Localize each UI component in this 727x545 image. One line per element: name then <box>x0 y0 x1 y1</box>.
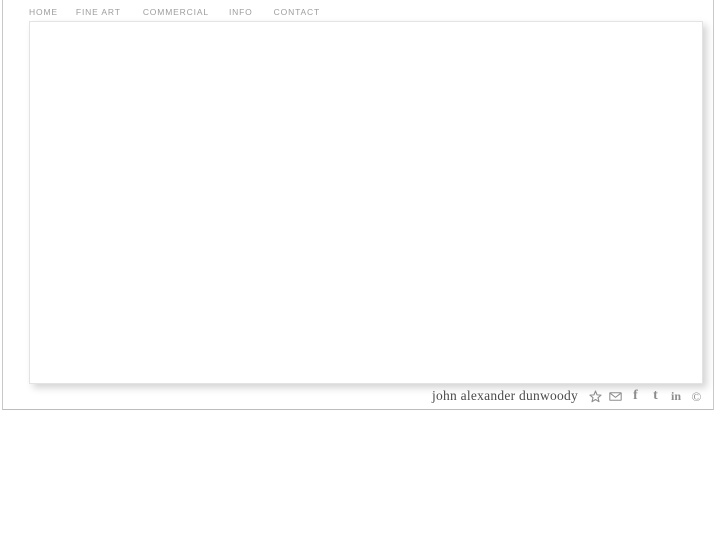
nav-item-fine-art[interactable]: FINE ART <box>76 5 121 19</box>
site-title: john alexander dunwoody <box>432 388 578 404</box>
copyright-icon[interactable]: © <box>690 390 703 403</box>
facebook-icon[interactable]: f <box>629 389 642 403</box>
nav-item-contact[interactable]: CONTACT <box>274 5 320 19</box>
content-area <box>30 22 702 383</box>
site-footer: john alexander dunwoody f t in © <box>29 387 703 405</box>
nav-item-info[interactable]: INFO <box>229 5 253 19</box>
nav-item-home[interactable]: HOME <box>29 5 58 19</box>
nav-item-commercial[interactable]: COMMERCIAL <box>143 5 209 19</box>
linkedin-icon[interactable]: in <box>669 390 683 403</box>
main-navigation: HOME FINE ART COMMERCIAL INFO CONTACT <box>29 5 320 19</box>
twitter-icon[interactable]: t <box>649 389 662 403</box>
star-icon[interactable] <box>589 390 602 403</box>
envelope-icon[interactable] <box>609 390 622 403</box>
content-stage[interactable] <box>29 21 703 384</box>
social-icon-row: f t in © <box>589 389 703 403</box>
page-frame: HOME FINE ART COMMERCIAL INFO CONTACT jo… <box>2 0 714 410</box>
